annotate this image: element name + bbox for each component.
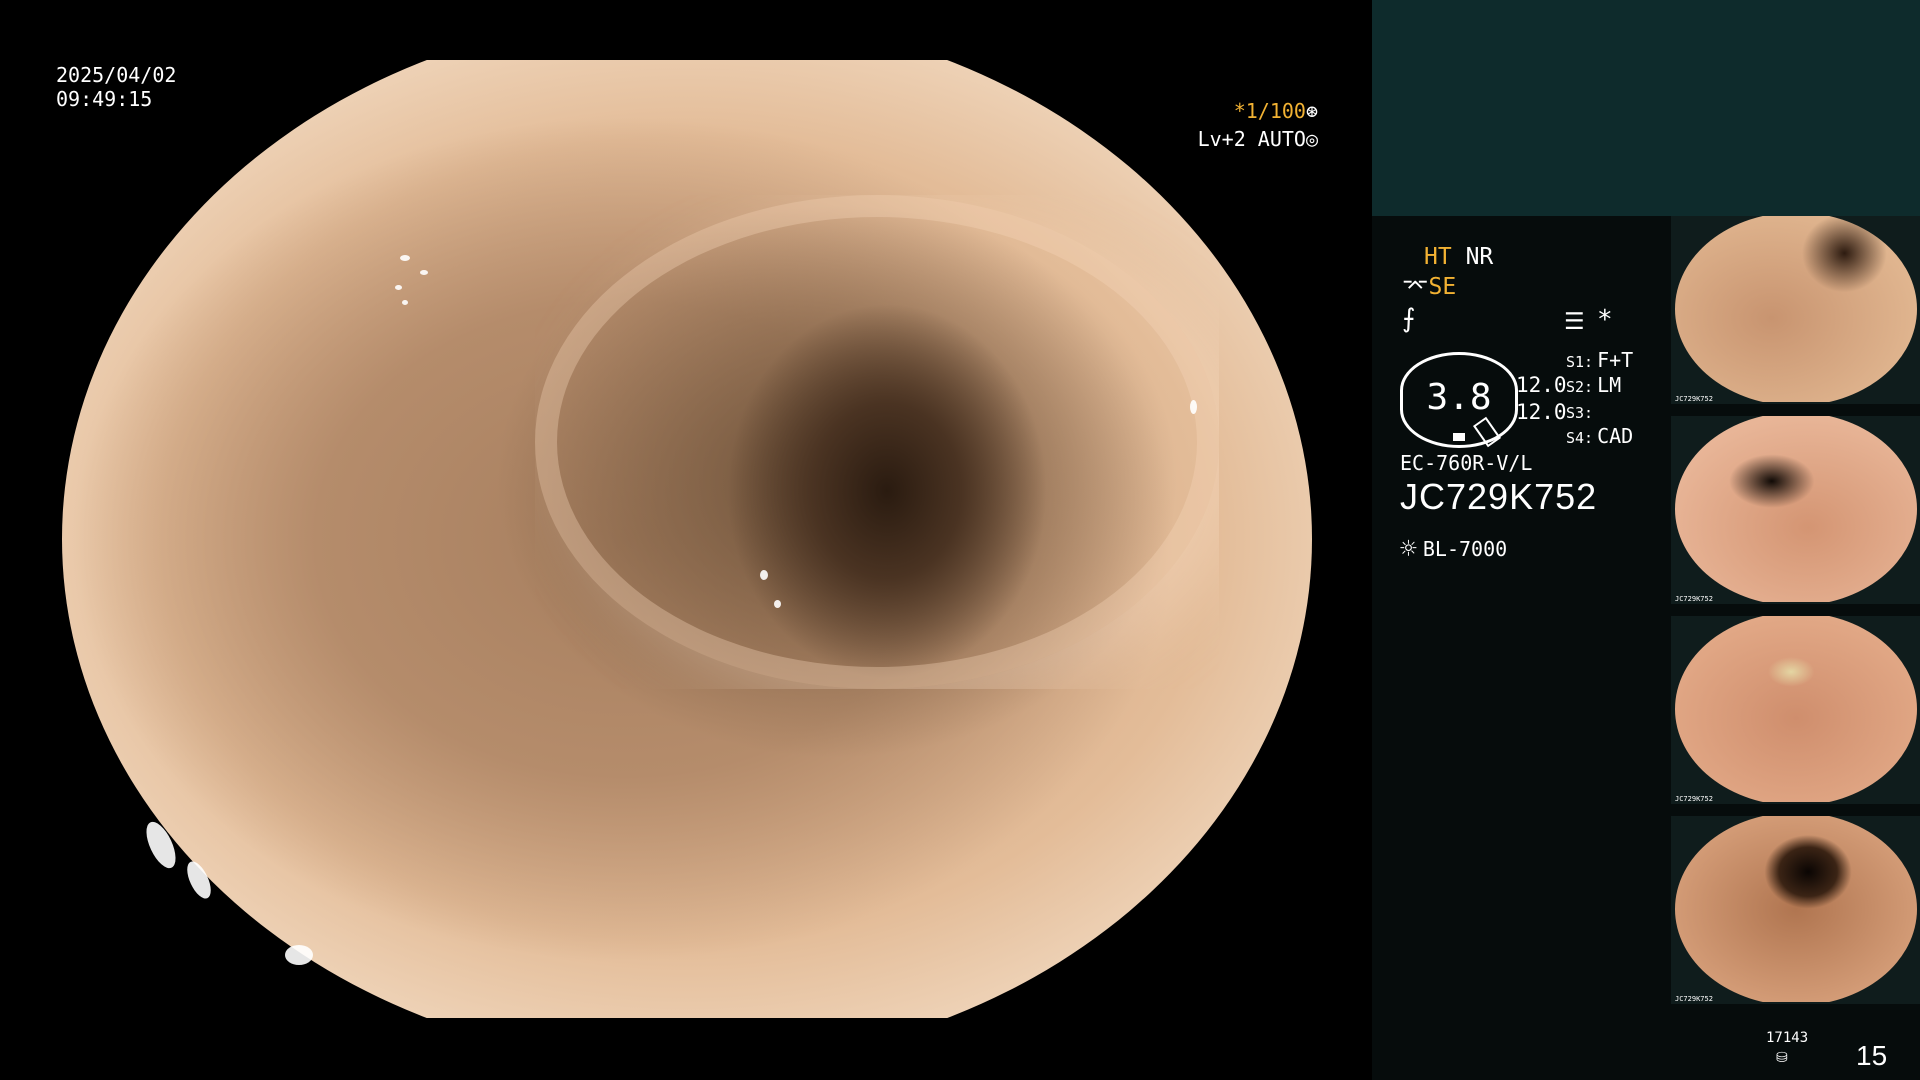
structure-row: ⌤SE	[1402, 273, 1456, 301]
structure-enhance-icon: ⌤	[1402, 274, 1429, 300]
date-time-readout: 2025/04/02 09:49:15	[56, 63, 176, 111]
nr-label: NR	[1465, 244, 1494, 270]
light-source-icon: ☼	[1400, 532, 1417, 565]
shutter-prefix: *	[1233, 99, 1246, 123]
mode-row: HT NR	[1424, 243, 1493, 271]
glare-spot	[285, 945, 313, 965]
aperture-icon: ⊛	[1305, 99, 1318, 123]
s-slot-2: S2: LM	[1566, 373, 1622, 397]
settings-list-icon: ☰	[1564, 309, 1585, 335]
light-source-row: ☼ BL-7000	[1400, 532, 1507, 565]
thumbnail[interactable]: JC729K752	[1671, 416, 1920, 604]
info-top-box	[1372, 0, 1920, 216]
ht-label: HT	[1424, 244, 1452, 270]
scope-serial: JC729K752	[1400, 476, 1598, 517]
thumbnail-caption: JC729K752	[1675, 595, 1713, 603]
gauge-value: 3.8	[1426, 377, 1492, 418]
time-text: 09:49:15	[56, 87, 153, 111]
asterisk-marker: *	[1597, 305, 1613, 335]
level-text: Lv+2 AUTO	[1197, 127, 1306, 151]
glare-spot	[420, 270, 428, 275]
s-slot-1: S1: F+T	[1566, 348, 1634, 372]
light-source-label: BL-7000	[1422, 536, 1508, 561]
thumbnail-caption: JC729K752	[1675, 995, 1713, 1003]
exposure-level-readout: Lv+2 AUTO◎	[1194, 127, 1318, 151]
endoscope-view: 2025/04/02 09:49:15 *1/100⊛ Lv+2 AUTO◎	[0, 0, 1372, 1080]
glare-spot	[402, 300, 408, 305]
glare-spot	[760, 570, 768, 580]
info-panel: HT NR ⌤SE ⨍ ☰ * 3.8 12.0 12.0 S1: F+T S2:…	[1372, 0, 1920, 1080]
database-icon: ⛁	[1776, 1049, 1788, 1065]
glare-spot	[400, 255, 410, 261]
glare-spot	[1190, 400, 1197, 414]
thumbnail-caption: JC729K752	[1675, 395, 1713, 403]
shutter-value: 1/100	[1245, 99, 1306, 123]
se-label: SE	[1428, 274, 1457, 300]
gauge-lever-icon	[1472, 416, 1502, 448]
glare-spot	[774, 600, 781, 608]
date-text: 2025/04/02	[56, 63, 177, 87]
thumbnail[interactable]: JC729K752	[1671, 216, 1920, 404]
thumbnail[interactable]: JC729K752	[1671, 816, 1920, 1004]
glare-spot	[395, 285, 402, 290]
value-1: 12.0	[1516, 373, 1567, 397]
shutter-readout: *1/100⊛	[1188, 99, 1318, 123]
thumbnail-strip: JC729K752 JC729K752 JC729K752 JC729K752	[1671, 216, 1920, 1016]
s-slot-3: S3:	[1566, 404, 1594, 422]
lumen-fold	[535, 195, 1219, 689]
freeze-icon: ⨍	[1402, 304, 1416, 334]
value-2: 12.0	[1516, 400, 1567, 424]
gauge-marker	[1453, 433, 1465, 441]
s-slot-4: S4: CAD	[1566, 424, 1634, 448]
thumbnail-caption: JC729K752	[1675, 795, 1713, 803]
iris-icon: ◎	[1305, 127, 1318, 151]
page-number: 15	[1856, 1040, 1888, 1071]
zoom-gauge: 3.8	[1400, 352, 1518, 448]
thumbnail[interactable]: JC729K752	[1671, 616, 1920, 804]
storage-counter: 17143	[1766, 1030, 1809, 1046]
scope-model: EC-760R-V/L	[1400, 451, 1533, 475]
